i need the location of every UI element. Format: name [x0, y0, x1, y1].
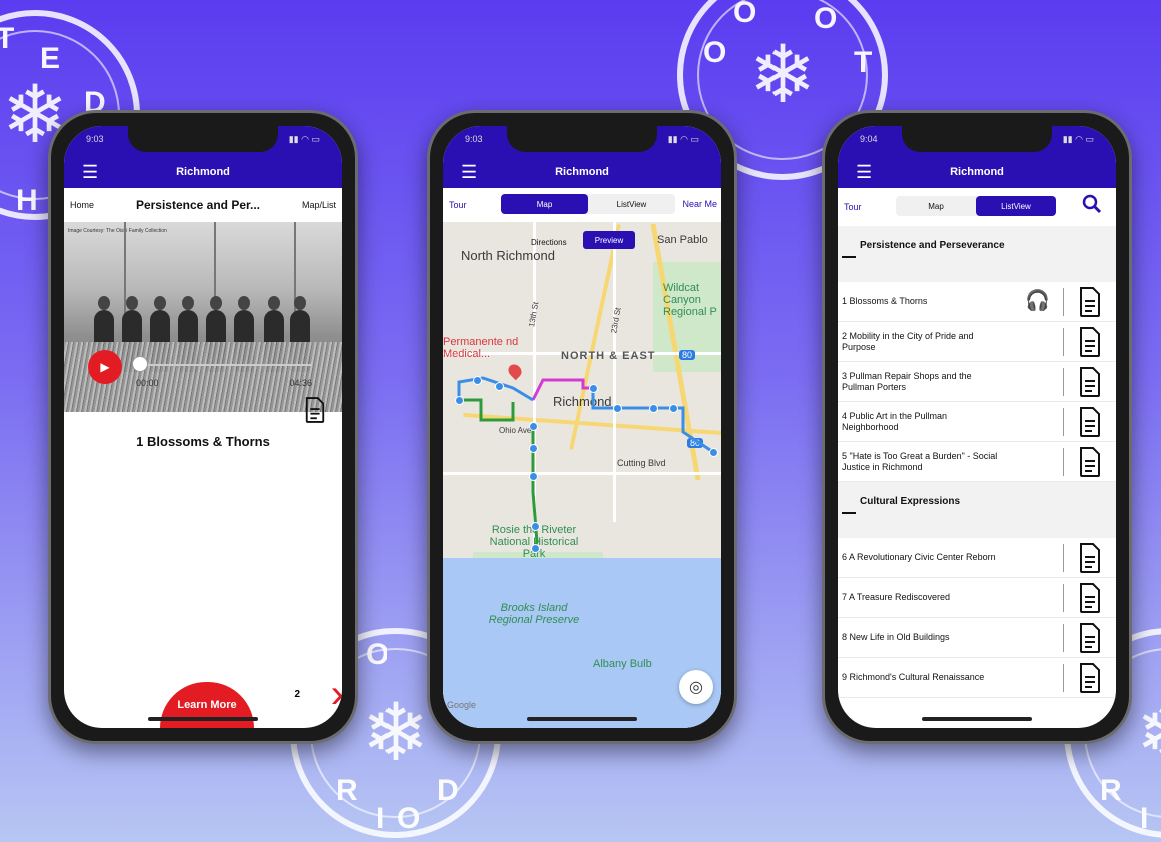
app-title: Richmond — [555, 166, 609, 178]
status-icons: ▮▮ ◠ ▭ — [1062, 134, 1094, 144]
map-view[interactable]: North Richmond San Pablo Wildcat Canyon … — [443, 222, 721, 728]
list-item-label: 9 Richmond's Cultural Renaissance — [842, 672, 985, 683]
home-indicator — [922, 717, 1032, 721]
document-icon[interactable] — [1078, 662, 1102, 694]
phone-frame: 9:03 ▮▮ ◠ ▭ ☰ Richmond Home Persistence … — [48, 110, 358, 744]
tour-route — [457, 376, 714, 553]
status-icons: ▮▮ ◠ ▭ — [667, 134, 699, 144]
view-toggle: Map ListView — [896, 196, 1056, 216]
list-item[interactable]: 9 Richmond's Cultural Renaissance — [838, 658, 1116, 698]
photo-credit: Image Courtesy: The Oishi Family Collect… — [68, 228, 167, 234]
home-indicator — [148, 717, 258, 721]
panel-map: ❄ O O T E ❄ T D O 9:03 ▮▮ ◠ ▭ ☰ Richmond… — [387, 0, 774, 842]
status-icons: ▮▮ ◠ ▭ — [288, 134, 320, 144]
list-item-label: 7 A Treasure Rediscovered — [842, 592, 951, 603]
document-icon[interactable] — [1078, 446, 1102, 478]
near-me-link[interactable]: Near Me — [682, 199, 717, 209]
current-time: 00:00 — [136, 378, 159, 388]
list-item[interactable]: 6 A Revolutionary Civic Center Reborn — [838, 538, 1116, 578]
section-title: Persistence and Perseverance — [860, 240, 1005, 251]
tab-map[interactable]: Map — [501, 194, 588, 214]
document-icon[interactable] — [1078, 286, 1102, 318]
page-number: 2 — [294, 689, 300, 700]
list-item-label: 5 "Hate is Too Great a Burden" - Social … — [842, 450, 998, 472]
audio-scrubber-knob[interactable] — [132, 356, 148, 372]
list-item-label: 6 A Revolutionary Civic Center Reborn — [842, 552, 996, 563]
list-nav: Tour Map ListView — [838, 188, 1116, 226]
list-item[interactable]: 4 Public Art in the Pullman Neighborhood — [838, 402, 1116, 442]
document-icon[interactable] — [1078, 366, 1102, 398]
section-title: Cultural Expressions — [860, 496, 961, 507]
map-list-link[interactable]: Map/List — [302, 200, 336, 210]
next-arrow-icon[interactable]: › — [331, 674, 342, 714]
duration: 04:36 — [289, 378, 312, 388]
page-title: Persistence and Per... — [135, 198, 261, 212]
story-nav: Home Persistence and Per... Map/List — [64, 188, 342, 222]
tab-listview[interactable]: ListView — [588, 194, 675, 214]
phone-notch — [507, 126, 657, 152]
story-title: 1 Blossoms & Thorns — [136, 434, 270, 449]
search-icon[interactable] — [1082, 194, 1102, 214]
phone-frame: 9:04 ▮▮ ◠ ▭ ☰ Richmond Tour Map ListView… — [822, 110, 1132, 744]
panel-player: ❄ T E D M H ❄ O T R I 9:03 ▮▮ ◠ ▭ ☰ Rich… — [0, 0, 387, 842]
list-item[interactable]: 7 A Treasure Rediscovered — [838, 578, 1116, 618]
list-item-label: 2 Mobility in the City of Pride and Purp… — [842, 330, 974, 352]
headphones-icon: 🎧 — [1025, 290, 1050, 312]
document-icon[interactable] — [1078, 582, 1102, 614]
app-title: Richmond — [950, 166, 1004, 178]
list-item-label: 1 Blossoms & Thorns — [842, 296, 928, 307]
home-link[interactable]: Home — [70, 200, 94, 210]
document-icon[interactable] — [1078, 326, 1102, 358]
stops-list: Persistence and Perseverance 1 Blossoms … — [838, 226, 1116, 698]
map-nav: Tour Map ListView Near Me — [443, 188, 721, 222]
status-time: 9:04 — [860, 134, 878, 144]
document-icon[interactable] — [1078, 542, 1102, 574]
google-attribution: Google — [447, 700, 477, 710]
phone-frame: 9:03 ▮▮ ◠ ▭ ☰ Richmond Tour Map ListView… — [427, 110, 737, 744]
tour-link[interactable]: Tour — [844, 202, 862, 212]
list-item-label: 3 Pullman Repair Shops and the Pullman P… — [842, 370, 972, 392]
phone-screen: 9:03 ▮▮ ◠ ▭ ☰ Richmond Home Persistence … — [64, 126, 342, 728]
document-icon[interactable] — [304, 396, 326, 424]
panel-list: ❄ O T C H ❄ R I 9:04 ▮▮ ◠ ▭ ☰ Richmond T… — [774, 0, 1161, 842]
home-indicator — [527, 717, 637, 721]
status-time: 9:03 — [86, 134, 104, 144]
my-location-icon[interactable]: ◎ — [679, 670, 713, 704]
phone-screen: 9:04 ▮▮ ◠ ▭ ☰ Richmond Tour Map ListView… — [838, 126, 1116, 728]
document-icon[interactable] — [1078, 622, 1102, 654]
section-header: Persistence and Perseverance — [838, 226, 1116, 282]
list-item[interactable]: 8 New Life in Old Buildings — [838, 618, 1116, 658]
phone-screen: 9:03 ▮▮ ◠ ▭ ☰ Richmond Tour Map ListView… — [443, 126, 721, 728]
list-item[interactable]: 3 Pullman Repair Shops and the Pullman P… — [838, 362, 1116, 402]
directions-label[interactable]: Directions — [531, 238, 567, 247]
tab-listview[interactable]: ListView — [976, 196, 1056, 216]
learn-more-button[interactable]: Learn More — [160, 682, 254, 728]
section-header: Cultural Expressions — [838, 482, 1116, 538]
phone-notch — [128, 126, 278, 152]
list-item-label: 8 New Life in Old Buildings — [842, 632, 950, 643]
tab-map[interactable]: Map — [896, 196, 976, 216]
preview-button[interactable]: Preview — [583, 231, 635, 249]
document-icon[interactable] — [1078, 406, 1102, 438]
view-toggle: Map ListView — [501, 194, 675, 214]
audio-progress-bar[interactable] — [134, 364, 312, 366]
tour-link[interactable]: Tour — [449, 200, 467, 210]
list-item[interactable]: 1 Blossoms & Thorns 🎧 — [838, 282, 1116, 322]
app-title: Richmond — [176, 166, 230, 178]
list-item[interactable]: 2 Mobility in the City of Pride and Purp… — [838, 322, 1116, 362]
list-item-label: 4 Public Art in the Pullman Neighborhood — [842, 410, 948, 432]
status-time: 9:03 — [465, 134, 483, 144]
play-button[interactable]: ▶ — [88, 350, 122, 384]
phone-notch — [902, 126, 1052, 152]
list-item[interactable]: 5 "Hate is Too Great a Burden" - Social … — [838, 442, 1116, 482]
